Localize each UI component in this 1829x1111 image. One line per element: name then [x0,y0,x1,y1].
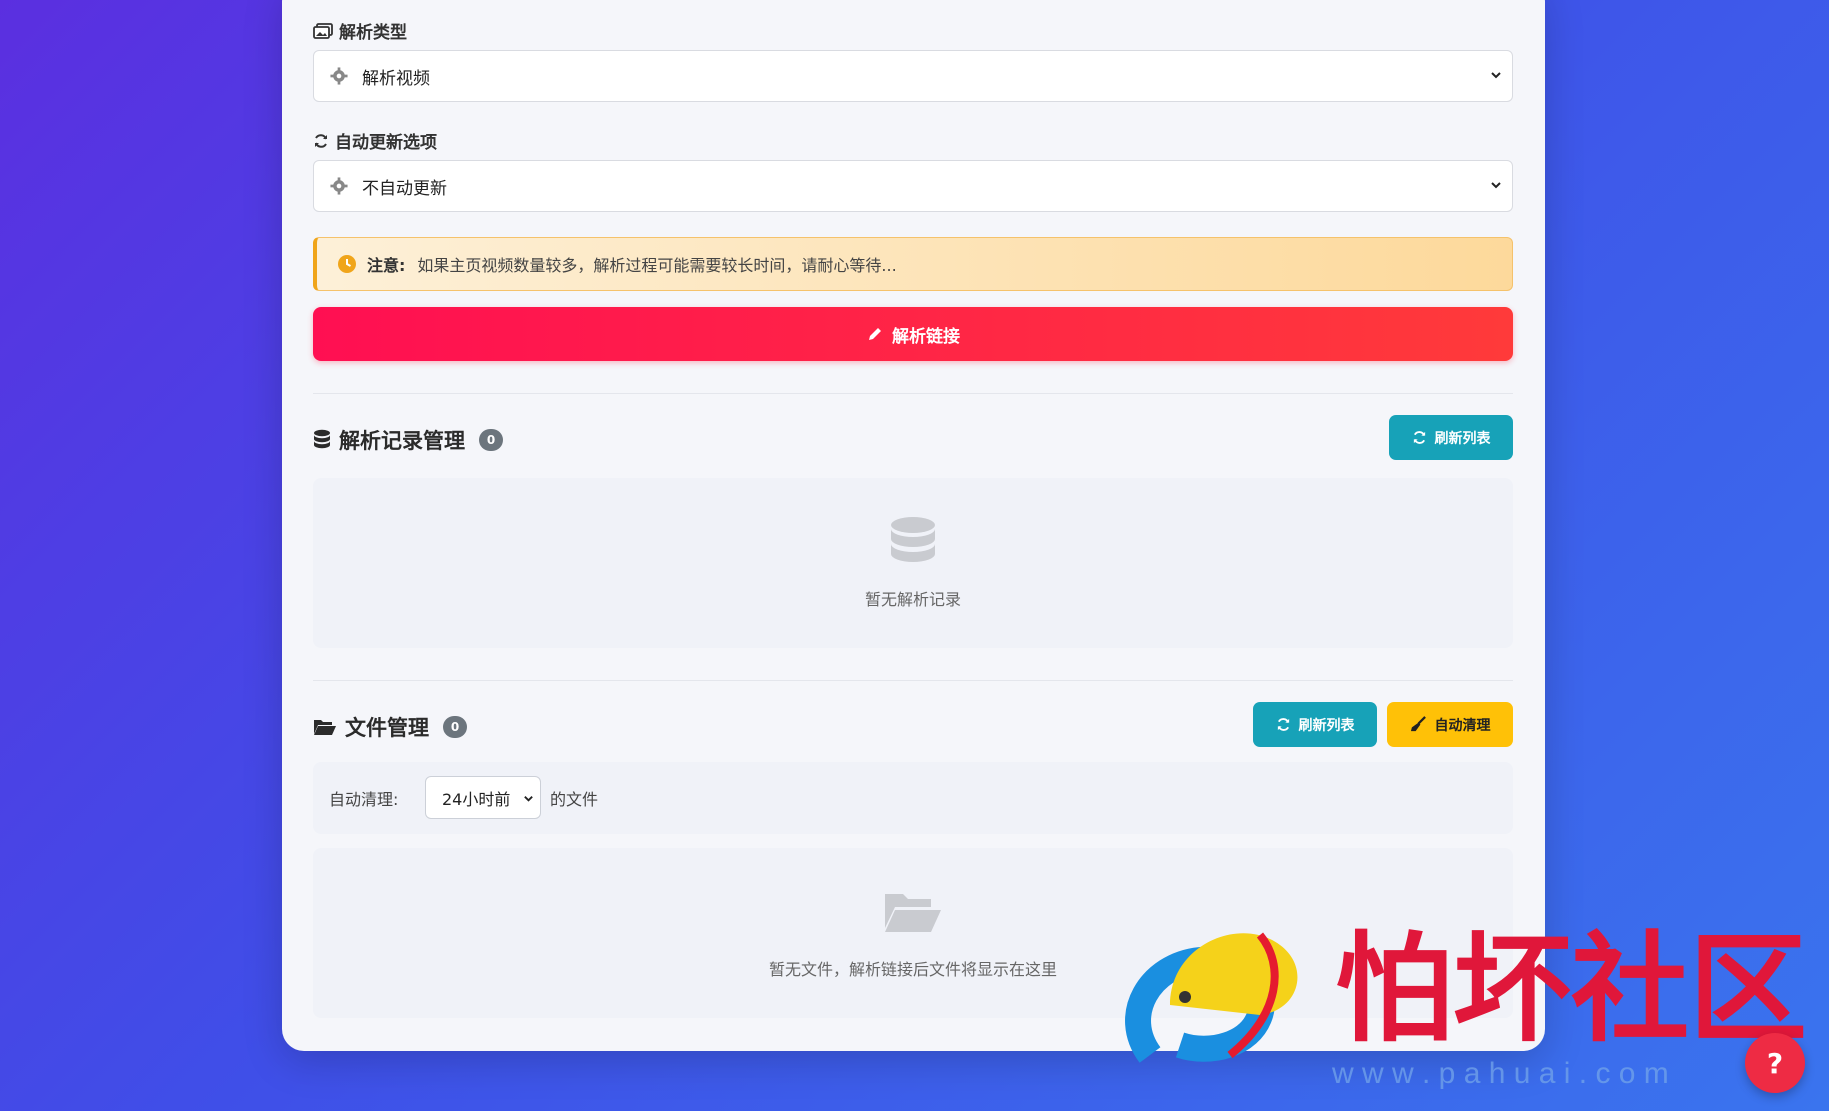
notice-title: 注意: [367,256,406,275]
refresh-icon [1413,431,1425,444]
parse-link-button-label: 解析链接 [892,326,960,346]
auto-clean-button-label: 自动清理 [1434,716,1491,733]
gear-icon [330,177,348,195]
watermark-brand: 怕坏社区 [1335,925,1807,1056]
parse-type-label-text: 解析类型 [339,23,407,43]
records-refresh-label: 刷新列表 [1434,429,1491,446]
divider [313,680,1513,681]
records-section-title: 解析记录管理 0 [313,425,503,455]
files-refresh-button[interactable]: 刷新列表 [1253,702,1377,747]
auto-update-label-text: 自动更新选项 [335,133,437,153]
records-title-text: 解析记录管理 [339,429,465,453]
chevron-down-icon [524,796,533,802]
auto-update-select[interactable]: 不自动更新 [313,160,1513,212]
refresh-icon [315,133,327,148]
auto-update-label: 自动更新选项 [313,128,437,153]
parse-link-button[interactable]: 解析链接 [313,307,1513,361]
records-count-badge: 0 [479,429,503,451]
images-icon [313,22,333,39]
broom-icon [1410,716,1426,732]
auto-clean-prefix: 自动清理: [329,790,399,809]
files-count-badge: 0 [443,716,467,738]
auto-clean-select-value: 24小时前 [442,789,511,809]
clock-icon [338,255,356,273]
divider [313,393,1513,394]
auto-update-value: 不自动更新 [362,178,447,199]
records-refresh-button[interactable]: 刷新列表 [1389,415,1513,460]
folder-open-icon [885,894,941,932]
files-section-title: 文件管理 0 [313,712,467,742]
chevron-down-icon [1491,182,1501,189]
fish-logo-icon: 怕坏社区 w w w . p a h u a i . c o m [1125,925,1807,1090]
watermark-url: w w w . p a h u a i . c o m [1331,1057,1669,1090]
help-button[interactable]: ? [1745,1033,1805,1093]
database-icon [314,429,330,449]
records-empty-panel: 暂无解析记录 [313,478,1513,648]
database-icon [891,517,935,562]
pencil-icon [869,328,881,340]
files-title-text: 文件管理 [345,716,429,740]
parse-type-value: 解析视频 [362,68,430,89]
auto-clean-button[interactable]: 自动清理 [1387,702,1513,747]
auto-clean-suffix: 的文件 [550,790,599,809]
gear-icon [330,67,348,85]
watermark-logo: 怕坏社区 w w w . p a h u a i . c o m [1110,905,1820,1105]
parse-type-select[interactable]: 解析视频 [313,50,1513,102]
auto-clean-select[interactable]: 24小时前 [425,776,541,819]
notice-alert: 注意: 如果主页视频数量较多，解析过程可能需要较长时间，请耐心等待... [313,237,1513,291]
chevron-down-icon [1491,72,1501,79]
folder-open-icon [314,720,336,735]
records-empty-text: 暂无解析记录 [864,590,961,609]
notice-text: 如果主页视频数量较多，解析过程可能需要较长时间，请耐心等待... [417,256,897,275]
refresh-icon [1277,718,1289,731]
files-refresh-label: 刷新列表 [1298,716,1355,733]
parse-type-label: 解析类型 [313,18,407,43]
